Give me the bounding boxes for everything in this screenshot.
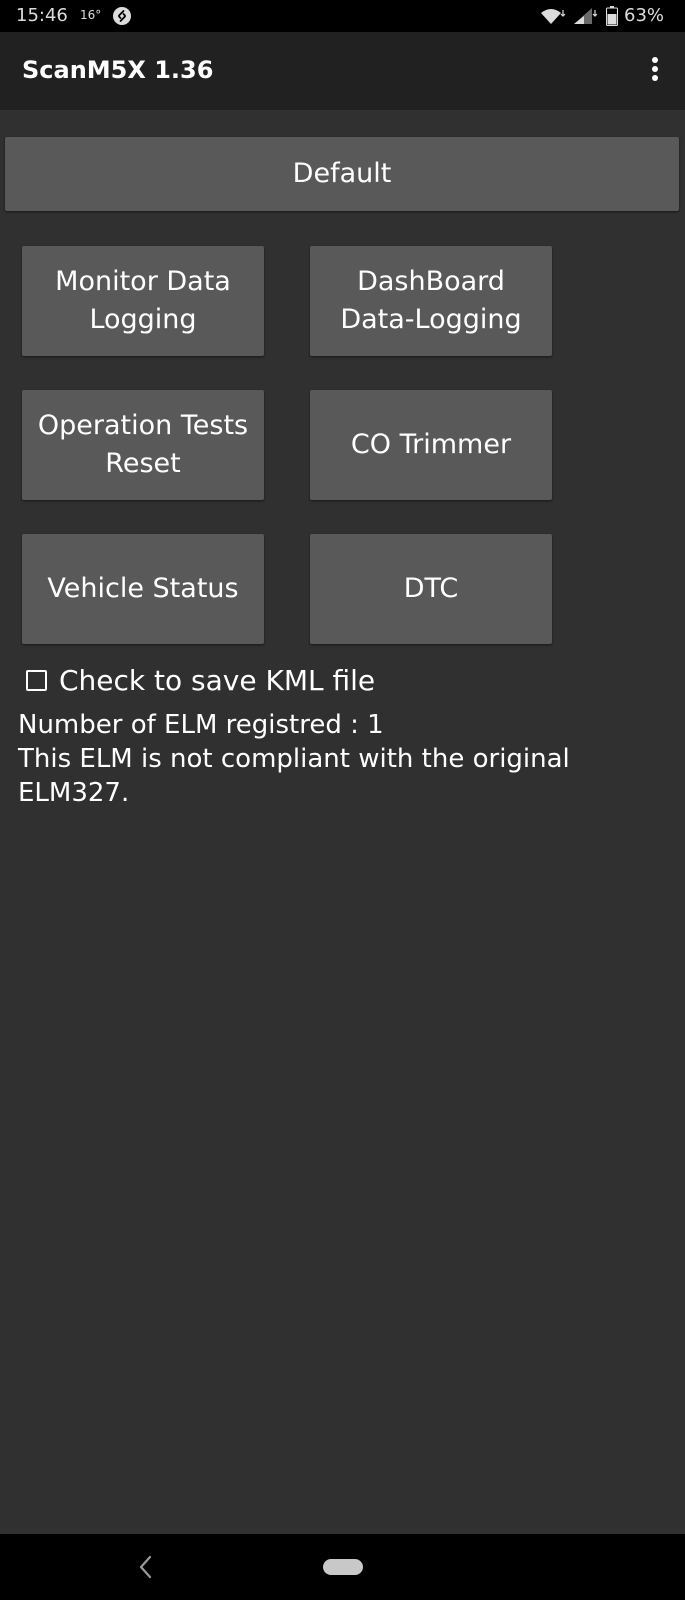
dtc-button[interactable]: DTC (310, 534, 552, 644)
save-kml-label: Check to save KML file (59, 663, 376, 697)
home-pill-icon[interactable] (323, 1559, 363, 1575)
wifi-icon (541, 9, 566, 24)
back-icon[interactable] (135, 1554, 157, 1580)
elm-compliance-text: This ELM is not compliant with the origi… (18, 744, 570, 808)
status-time: 15:46 (16, 5, 68, 26)
shazam-icon (113, 7, 131, 25)
signal-icon (574, 8, 598, 24)
dashboard-data-logging-button[interactable]: DashBoard Data-Logging (310, 246, 552, 356)
monitor-data-logging-button[interactable]: Monitor Data Logging (22, 246, 264, 356)
app-bar: ScanM5X 1.36 (0, 32, 685, 110)
overflow-menu-icon[interactable] (640, 54, 670, 88)
co-trimmer-button[interactable]: CO Trimmer (310, 390, 552, 500)
battery-percentage: 63% (624, 5, 665, 26)
save-kml-checkbox[interactable] (26, 669, 47, 691)
app-title: ScanM5X 1.36 (22, 56, 214, 84)
vehicle-status-button[interactable]: Vehicle Status (22, 534, 264, 644)
save-kml-option[interactable]: Check to save KML file (26, 662, 375, 698)
battery-icon (606, 6, 618, 26)
status-temperature: 16° (80, 8, 102, 22)
elm-info-text: Number of ELM registred : 1 This ELM is … (18, 708, 658, 810)
operation-tests-reset-button[interactable]: Operation Tests Reset (22, 390, 264, 500)
status-bar: 15:46 16° 63% (0, 0, 685, 32)
elm-count-text: Number of ELM registred : 1 (18, 710, 384, 740)
navigation-bar (0, 1534, 685, 1600)
default-button[interactable]: Default (5, 137, 679, 211)
